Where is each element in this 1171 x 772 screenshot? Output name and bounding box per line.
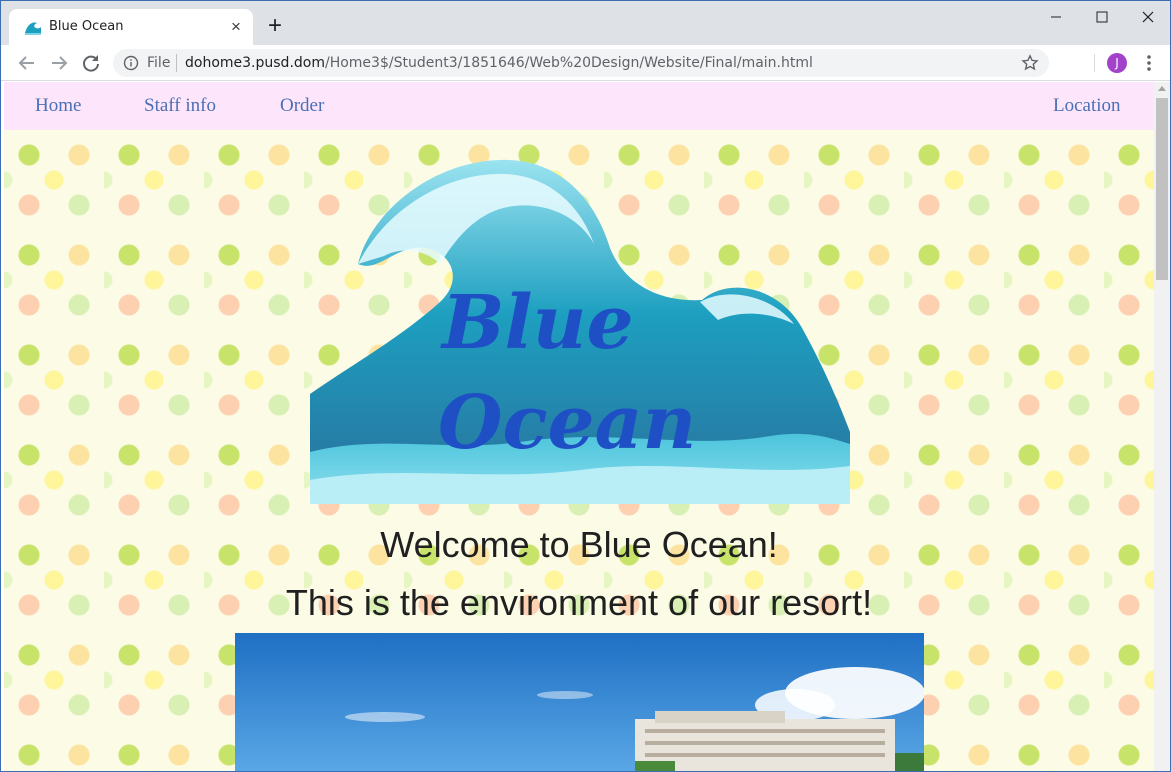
info-icon[interactable]: [123, 55, 139, 71]
nav-link-home[interactable]: Home: [35, 95, 81, 117]
tab-strip: Blue Ocean × +: [1, 1, 1170, 45]
url-host: dohome3.pusd.dom: [185, 55, 325, 71]
maximize-icon[interactable]: [1087, 7, 1117, 27]
toolbar-divider: [1094, 54, 1095, 72]
page-scrollbar[interactable]: [1154, 82, 1170, 771]
tab-blue-ocean[interactable]: Blue Ocean ×: [9, 9, 253, 45]
tab-title: Blue Ocean: [49, 19, 124, 34]
file-scheme-label: File: [147, 55, 171, 71]
back-arrow-icon[interactable]: [15, 51, 39, 75]
logo-line-blue: Blue: [440, 280, 634, 366]
url-path: /Home3$/Student3/1851646/Web%20Design/We…: [324, 55, 813, 71]
profile-avatar[interactable]: J: [1107, 53, 1127, 73]
close-window-icon[interactable]: [1133, 7, 1163, 27]
tab-close-icon[interactable]: ×: [227, 18, 245, 36]
resort-photo: [235, 633, 924, 771]
address-bar[interactable]: File dohome3.pusd.dom/Home3$/Student3/18…: [113, 49, 1049, 77]
bookmark-star-icon[interactable]: [1021, 54, 1039, 72]
logo-line-ocean: Ocean: [438, 380, 696, 466]
reload-icon[interactable]: [79, 51, 103, 75]
site-navbar: Home Staff info Order Location: [4, 82, 1154, 130]
browser-window: Blue Ocean × + File dohome3.pusd.dom/Hom…: [0, 0, 1171, 772]
minimize-icon[interactable]: [1041, 7, 1071, 27]
scroll-up-arrow-icon[interactable]: [1158, 86, 1166, 91]
nav-link-staff-info[interactable]: Staff info: [144, 95, 216, 117]
wave-favicon-icon: [25, 22, 41, 35]
kebab-menu-icon[interactable]: [1141, 53, 1157, 73]
url-text[interactable]: dohome3.pusd.dom/Home3$/Student3/1851646…: [185, 55, 813, 71]
page-viewport: Home Staff info Order Location Blue Ocea…: [4, 82, 1154, 771]
browser-toolbar: File dohome3.pusd.dom/Home3$/Student3/18…: [1, 45, 1170, 81]
blue-ocean-logo: Blue Ocean: [310, 159, 850, 504]
welcome-heading: Welcome to Blue Ocean!: [380, 524, 778, 565]
nav-link-order[interactable]: Order: [280, 95, 324, 117]
new-tab-button[interactable]: +: [263, 14, 287, 39]
scrollbar-thumb[interactable]: [1156, 98, 1168, 280]
environment-heading: This is the environment of our resort!: [285, 582, 873, 623]
url-divider: [176, 54, 177, 72]
nav-link-location[interactable]: Location: [1053, 95, 1121, 117]
forward-arrow-icon[interactable]: [47, 51, 71, 75]
